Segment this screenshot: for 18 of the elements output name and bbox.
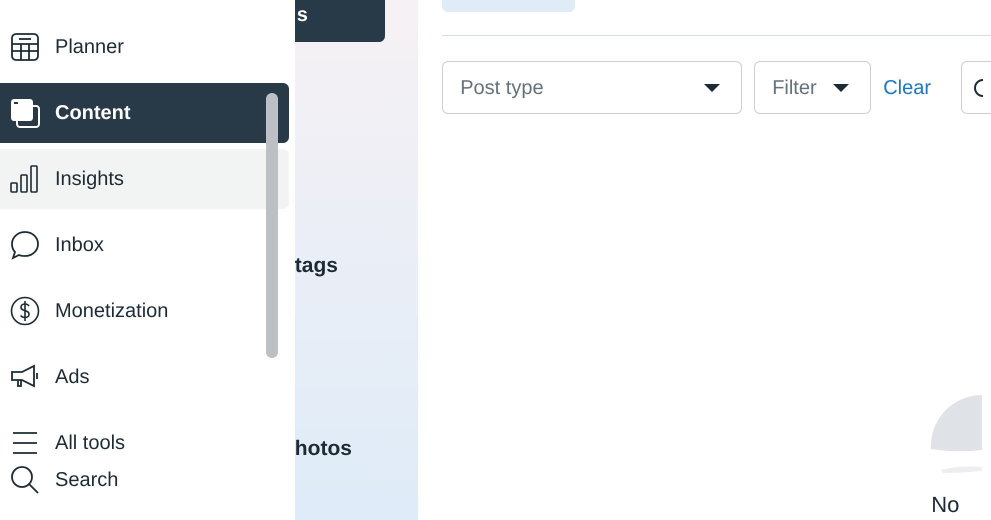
caret-icon [832, 82, 850, 92]
chat-bubble-icon [10, 230, 40, 260]
sidebar-item[interactable]: Content [0, 83, 289, 143]
caret-icon [703, 82, 722, 92]
dollar-icon [10, 296, 40, 326]
search-field[interactable] [961, 61, 991, 114]
section-heading: tags [294, 253, 338, 279]
calendar-icon [10, 32, 40, 62]
dropdown[interactable]: Filter [754, 61, 872, 114]
scrollbar[interactable] [266, 93, 278, 358]
sidebar-item[interactable]: Insights [0, 149, 289, 209]
dropdown[interactable]: Post type [442, 61, 742, 114]
action-button[interactable]: s [294, 0, 385, 42]
windows-icon [10, 98, 40, 128]
bar-chart-icon [10, 164, 40, 194]
section-heading: hotos [294, 436, 352, 462]
empty-state-title: No [931, 493, 960, 517]
clear-link[interactable]: Clear [883, 72, 931, 102]
